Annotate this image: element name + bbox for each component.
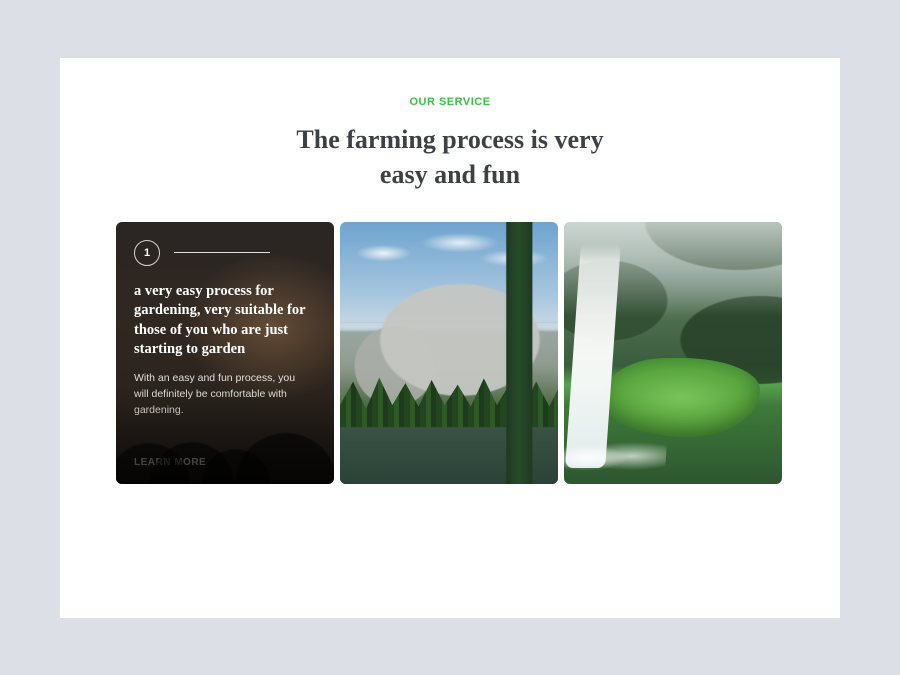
service-card-2[interactable]	[340, 222, 558, 484]
card-content: 1 a very easy process for gardening, ver…	[116, 222, 334, 484]
step-indicator: 1	[134, 240, 316, 266]
section-title: The farming process is very easy and fun	[270, 122, 630, 192]
decorative-trees	[340, 374, 558, 453]
decorative-moss	[603, 358, 760, 437]
section-header: OUR SERVICE The farming process is very …	[116, 96, 784, 192]
learn-more-button[interactable]: LEARN MORE	[134, 457, 316, 468]
card-title: a very easy process for gardening, very …	[134, 282, 316, 360]
page-container: OUR SERVICE The farming process is very …	[60, 58, 840, 618]
eyebrow-label: OUR SERVICE	[116, 96, 784, 108]
decorative-mist	[564, 222, 782, 327]
step-progress-line	[174, 252, 270, 254]
step-number-badge: 1	[134, 240, 160, 266]
service-card-3[interactable]	[564, 222, 782, 484]
service-card-1[interactable]: 1 a very easy process for gardening, ver…	[116, 222, 334, 484]
card-description: With an easy and fun process, you will d…	[134, 370, 304, 419]
decorative-clouds	[340, 222, 558, 327]
cards-row: 1 a very easy process for gardening, ver…	[116, 222, 784, 484]
